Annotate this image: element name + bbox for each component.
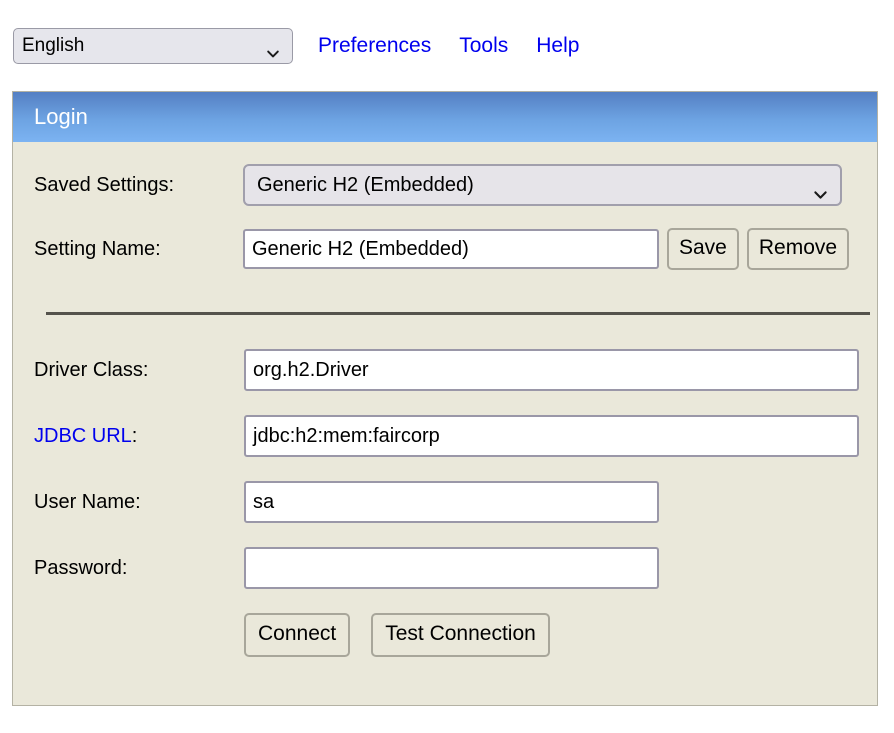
link-tools[interactable]: Tools [459,34,508,58]
section-divider [46,312,870,315]
row-jdbc-url: JDBC URL: jdbc:h2:mem:faircorp [13,415,877,457]
saved-settings-label: Saved Settings: [34,173,175,196]
driver-class-label: Driver Class: [34,358,149,381]
jdbc-url-label: JDBC URL: [34,425,244,448]
jdbc-url-label-colon: : [131,424,138,447]
saved-settings-select[interactable]: Generic H2 (Embedded) [243,164,842,206]
row-driver-class: Driver Class: org.h2.Driver [13,349,877,391]
driver-class-input[interactable]: org.h2.Driver [244,349,859,391]
chevron-down-icon [813,178,828,199]
jdbc-url-input[interactable]: jdbc:h2:mem:faircorp [244,415,859,457]
setting-name-label: Setting Name: [34,237,161,260]
jdbc-url-value: jdbc:h2:mem:faircorp [253,425,440,447]
row-actions: Connect Test Connection [13,613,877,657]
row-password: Password: [13,547,877,589]
chevron-down-icon [266,39,280,58]
user-name-label: User Name: [34,490,141,513]
toolbar-links: Preferences Tools Help [318,34,579,58]
jdbc-url-help-link[interactable]: JDBC URL [34,425,132,447]
password-label: Password: [34,556,128,579]
panel-title-bar: Login [13,92,877,142]
password-input[interactable] [244,547,659,589]
user-name-input[interactable]: sa [244,481,659,523]
row-setting-name: Setting Name: Generic H2 (Embedded) Save… [13,228,877,270]
connect-button[interactable]: Connect [244,613,351,657]
remove-button[interactable]: Remove [746,228,850,270]
top-toolbar: English Preferences Tools Help [0,0,894,88]
saved-settings-value: Generic H2 (Embedded) [257,174,474,196]
link-help[interactable]: Help [536,34,579,58]
test-connection-button[interactable]: Test Connection [371,613,550,657]
row-user-name: User Name: sa [13,481,877,523]
row-saved-settings: Saved Settings: Generic H2 (Embedded) [13,164,877,206]
language-select[interactable]: English [13,28,293,64]
setting-name-input[interactable]: Generic H2 (Embedded) [243,229,659,269]
login-form: Saved Settings: Generic H2 (Embedded) Se… [13,164,877,657]
page-title: Login [34,104,88,129]
login-panel: Login Saved Settings: Generic H2 (Embedd… [12,91,878,706]
language-select-value: English [22,35,85,56]
driver-class-value: org.h2.Driver [253,359,369,381]
link-preferences[interactable]: Preferences [318,34,431,58]
setting-name-value: Generic H2 (Embedded) [252,238,469,260]
user-name-value: sa [253,491,275,513]
save-button[interactable]: Save [667,228,739,270]
